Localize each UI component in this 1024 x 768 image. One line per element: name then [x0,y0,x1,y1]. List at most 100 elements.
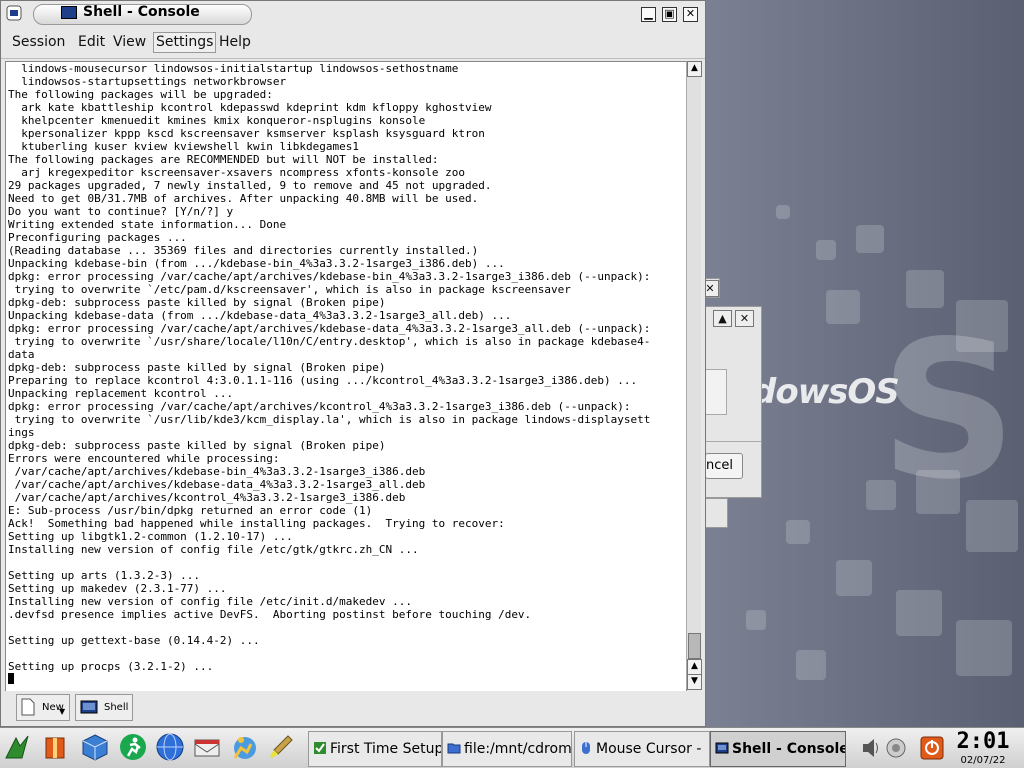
task-mouse-cursor[interactable]: Mouse Cursor - [574,731,710,767]
terminal-icon [61,6,77,19]
chevron-down-icon[interactable]: ▼ [59,707,65,716]
terminal-scrollbar[interactable]: ▲ ▲ ▼ [686,61,702,690]
running-man-icon[interactable] [118,732,148,762]
terminal-line: ings [8,426,35,439]
terminal-line: ark kate kbattleship kcontrol kdepasswd … [8,101,492,114]
task-label: file:/mnt/cdrom1 [464,741,572,757]
terminal-line: Setting up gettext-base (0.14.4-2) ... [8,634,260,647]
dialog-divider [705,441,761,442]
terminal-line: Do you want to continue? [Y/n/?] y [8,205,234,218]
dialog-field [705,369,727,415]
terminal-line: dpkg-deb: subprocess paste killed by sig… [8,361,386,374]
menu-help[interactable]: Help [217,34,253,50]
task-file-cdrom[interactable]: file:/mnt/cdrom1 [442,731,572,767]
background-dialog-main: ▲ ✕ ncel [704,306,762,498]
taskbar: First Time Setup file:/mnt/cdrom1 Mouse … [0,727,1024,768]
title-bar[interactable]: Shell - Console ▁ ▣ ✕ [1,1,705,27]
terminal-line: dpkg-deb: subprocess paste killed by sig… [8,439,386,452]
background-dialog-tab [704,498,728,528]
window-menu-icon[interactable] [5,4,23,22]
terminal-line: 29 packages upgraded, 7 newly installed,… [8,179,492,192]
terminal-output[interactable]: lindows-mousecursor lindowsos-initialsta… [5,61,687,693]
task-label: First Time Setup [330,741,442,757]
terminal-line: data [8,348,35,361]
menu-bar: Session Edit View Settings Help [1,28,705,59]
setup-icon [314,742,326,754]
shell-session-tab[interactable]: Shell [75,694,133,721]
terminal-line: lindows-mousecursor lindowsos-initialsta… [8,62,459,75]
terminal-line: Need to get 0B/31.7MB of archives. After… [8,192,479,205]
mail-icon[interactable] [192,732,222,762]
terminal-line: Setting up arts (1.3.2-3) ... [8,569,201,582]
task-first-time-setup[interactable]: First Time Setup [308,731,442,767]
console-window: Shell - Console ▁ ▣ ✕ Session Edit View … [0,0,706,727]
terminal-line: .devfsd presence implies active DevFS. A… [8,608,532,621]
terminal-line: The following packages are RECOMMENDED b… [8,153,439,166]
desktop-watermark: dowsOS [752,372,900,412]
terminal-line: Installing new version of config file /e… [8,543,419,556]
terminal-line: dpkg: error processing /var/cache/apt/ar… [8,322,651,335]
network-icon[interactable] [884,731,908,765]
clock-date: 02/07/22 [960,755,1006,766]
new-session-icon [21,698,35,716]
terminal-line: Unpacking kdebase-bin (from .../kdebase-… [8,257,505,270]
terminal-line: khelpcenter kmenuedit kmines kmix konque… [8,114,426,127]
session-bar: New ▼ Shell [1,691,705,726]
terminal-line: kpersonalizer kppp kscd kscreensaver ksm… [8,127,485,140]
terminal-line: Writing extended state information... Do… [8,218,287,231]
click-n-run-icon[interactable] [229,732,259,762]
scroll-down-icon[interactable]: ▼ [687,674,702,690]
terminal-line: dpkg: error processing /var/cache/apt/ar… [8,400,631,413]
menu-settings[interactable]: Settings [153,32,217,53]
terminal-line: dpkg-deb: subprocess paste killed by sig… [8,296,386,309]
scroll-up-icon[interactable]: ▲ [687,659,702,675]
terminal-icon [80,700,98,714]
start-menu-icon[interactable] [2,732,32,762]
terminal-line: trying to overwrite `/usr/share/locale/l… [8,335,651,348]
terminal-cursor [8,673,14,684]
terminal-line: Unpacking kdebase-data (from .../kdebase… [8,309,512,322]
terminal-line: Preconfiguring packages ... [8,231,187,244]
terminal-line: Ack! Something bad happened while instal… [8,517,505,530]
terminal-line: Errors were encountered while processing… [8,452,280,465]
paintbrush-icon[interactable] [266,732,296,762]
shell-session-label: Shell [104,702,129,713]
scroll-up-icon[interactable]: ▲ [687,61,702,77]
cube-icon[interactable] [80,732,110,762]
terminal-line: Installing new version of config file /e… [8,595,412,608]
maximize-icon[interactable]: ▲ [713,310,732,327]
menu-session[interactable]: Session [10,34,67,50]
terminal-icon [715,742,729,754]
terminal-line: The following packages will be upgraded: [8,88,273,101]
cancel-button-label: ncel [706,458,733,473]
minimize-icon[interactable]: ▁ [641,7,656,22]
desktop-logo-shape: S [880,300,1017,521]
terminal-line: trying to overwrite `/etc/pam.d/kscreens… [8,283,571,296]
close-icon[interactable]: ✕ [735,310,754,327]
volume-icon[interactable] [860,731,882,765]
window-title: Shell - Console [83,4,200,20]
globe-icon[interactable] [155,732,185,762]
terminal-line: ktuberling kuser kview kviewshell kwin l… [8,140,359,153]
menu-view[interactable]: View [111,34,148,50]
terminal-line: E: Sub-process /usr/bin/dpkg returned an… [8,504,373,517]
folder-icon [447,743,461,754]
menu-edit[interactable]: Edit [76,34,107,50]
new-session-button[interactable]: New ▼ [16,694,70,721]
life-vest-icon[interactable] [40,732,70,762]
close-icon[interactable]: ✕ [683,7,698,22]
power-icon[interactable] [918,731,946,765]
terminal-line: Setting up makedev (2.3.1-77) ... [8,582,227,595]
terminal-line: Setting up libgtk1.2-common (1.2.10-17) … [8,530,293,543]
maximize-icon[interactable]: ▣ [662,7,677,22]
terminal-line: Preparing to replace kcontrol 4:3.0.1.1-… [8,374,638,387]
task-label: Shell - Console [732,741,846,757]
scroll-thumb[interactable] [688,633,701,659]
terminal-line: Setting up procps (3.2.1-2) ... [8,660,214,673]
terminal-line: (Reading database ... 35369 files and di… [8,244,479,257]
terminal-line: arj kregexpeditor kscreensaver-xsavers n… [8,166,465,179]
task-shell-console[interactable]: Shell - Console [710,731,846,767]
clock[interactable]: 2:01 02/07/22 [956,729,1010,767]
cancel-button[interactable]: ncel [705,453,743,479]
terminal-text: lindows-mousecursor lindowsos-initialsta… [6,62,686,686]
